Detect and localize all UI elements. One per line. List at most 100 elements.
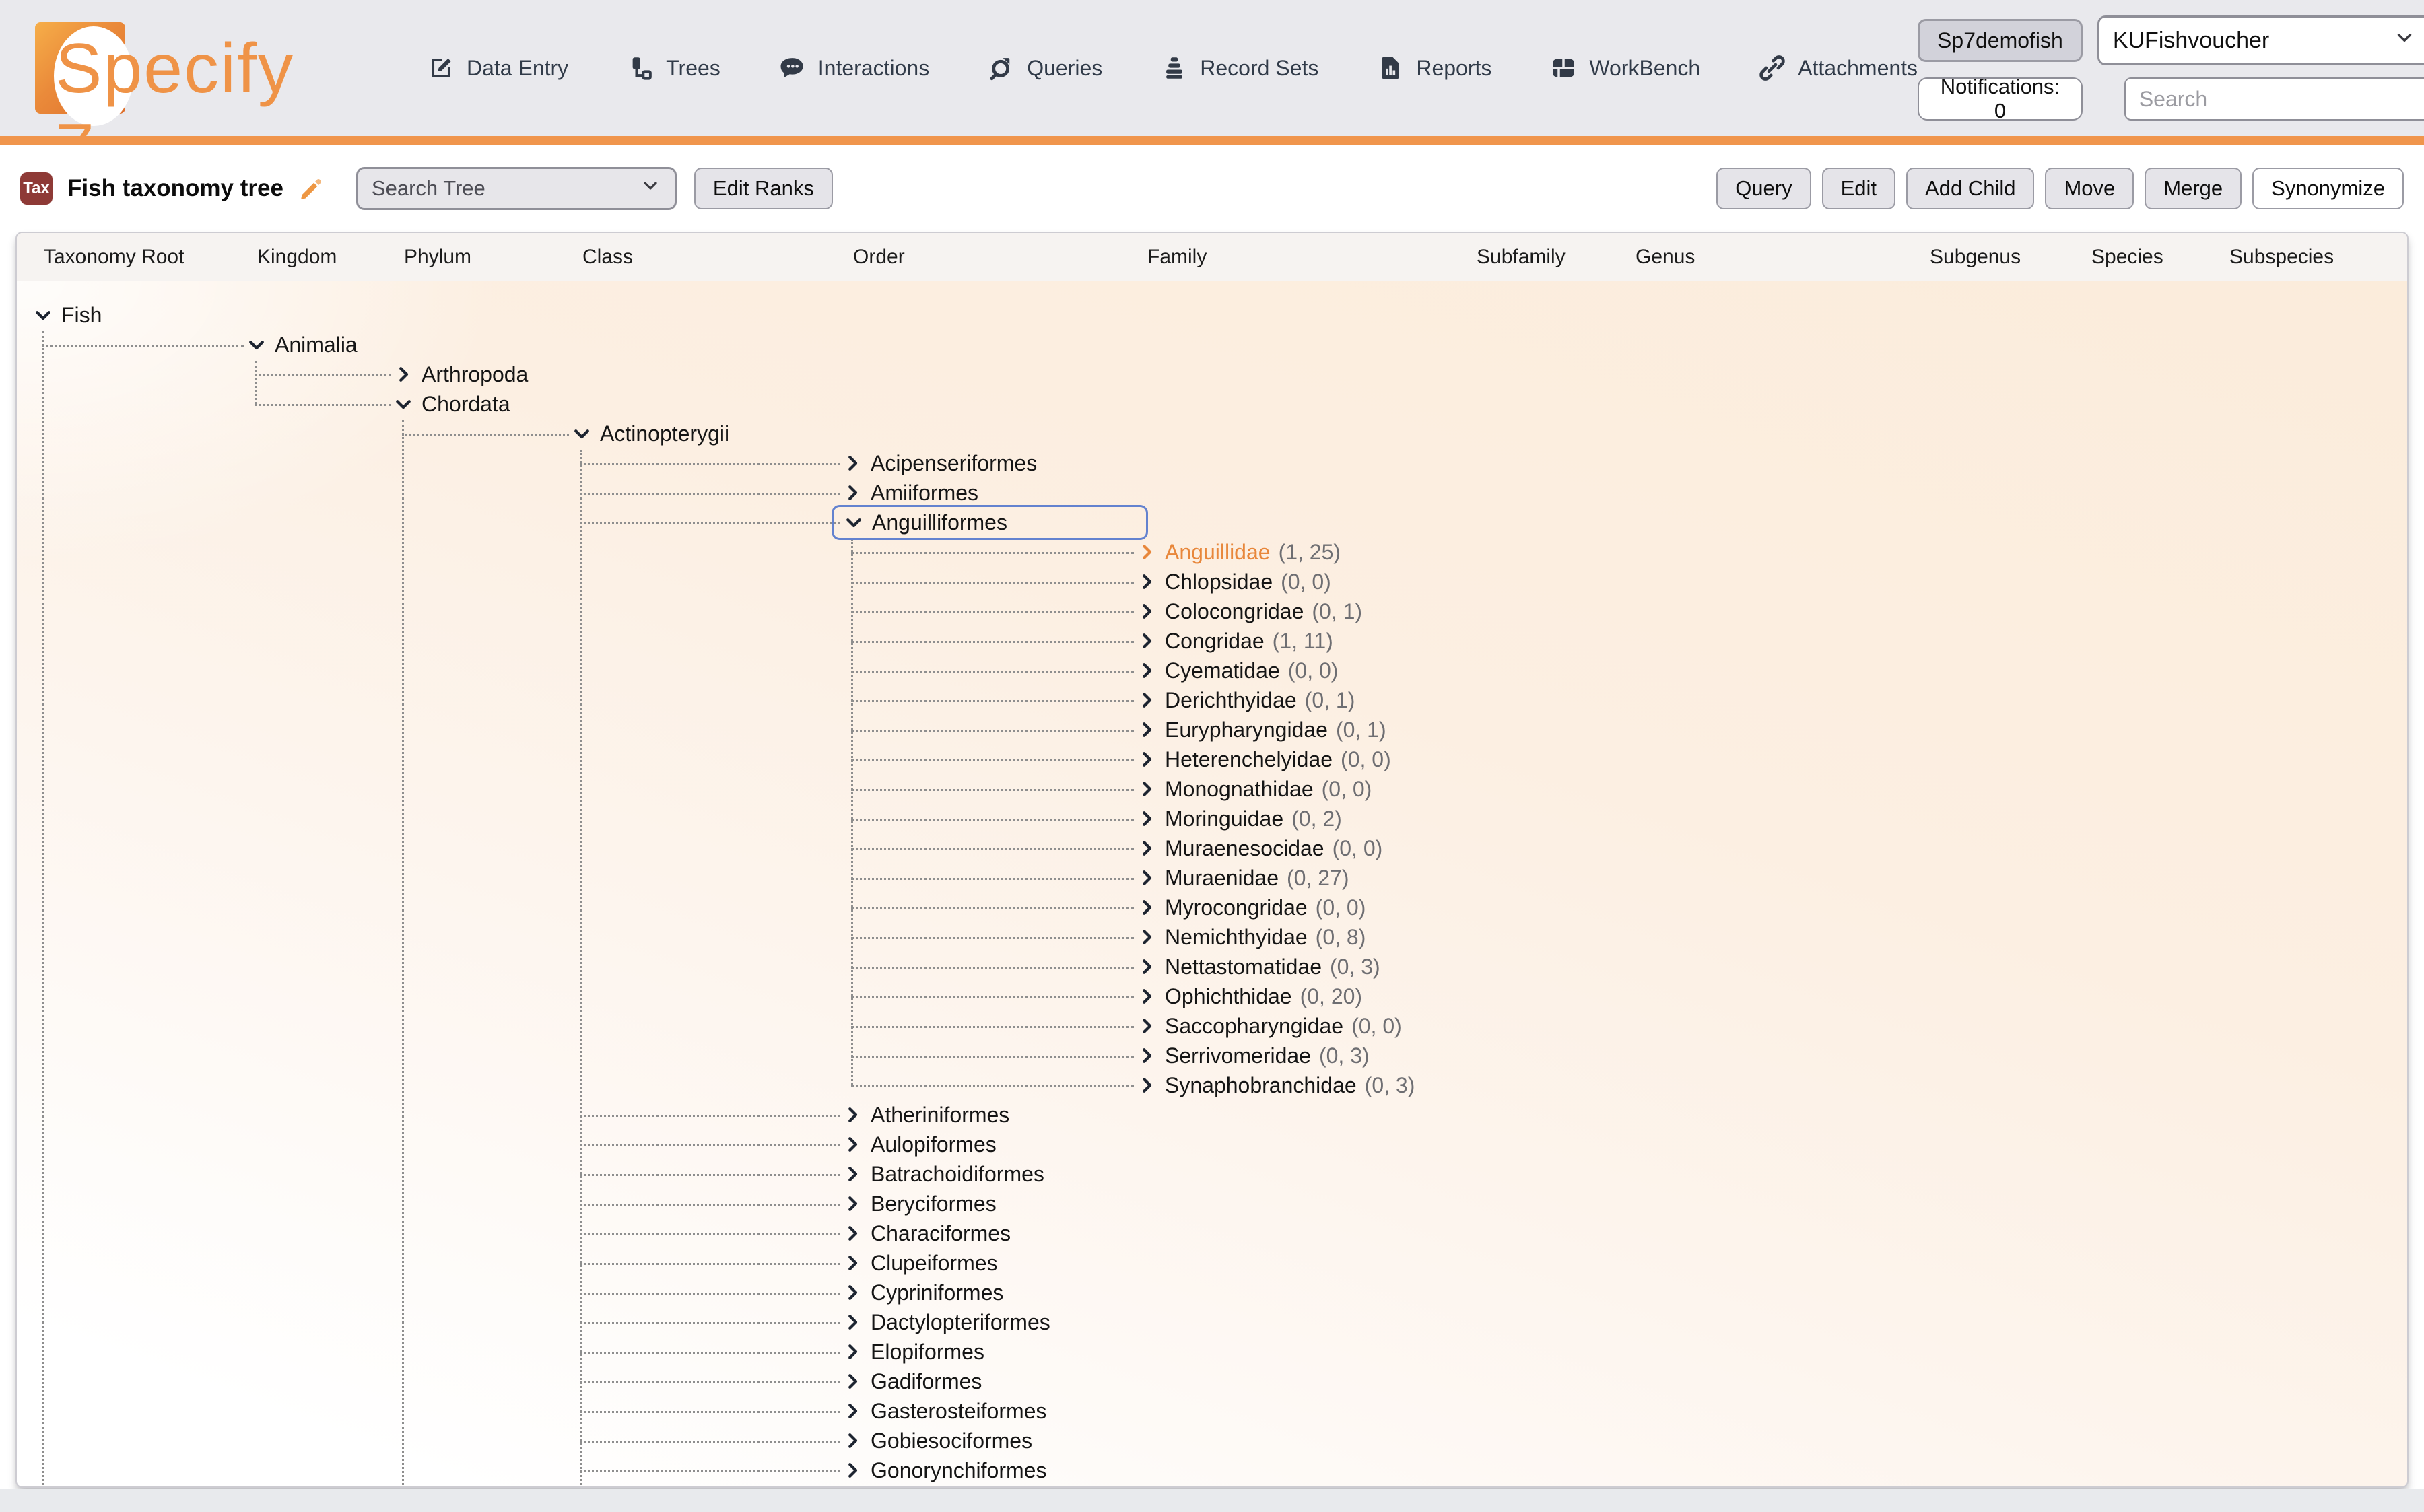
chevron-right-icon[interactable] [393,364,413,384]
chevron-down-icon[interactable] [572,423,592,444]
chevron-right-icon[interactable] [842,1134,863,1155]
taxon-name: Gasterosteiformes [871,1399,1046,1424]
chevron-right-icon[interactable] [1137,986,1157,1006]
tree-connector-line [580,1293,840,1295]
tree-connector-line [42,345,244,347]
chevron-right-icon[interactable] [842,1282,863,1303]
chevron-right-icon[interactable] [1137,897,1157,918]
tree-connector-line [851,611,1134,613]
edit-ranks-button[interactable]: Edit Ranks [694,168,833,209]
chevron-right-icon[interactable] [1137,542,1157,562]
tree-connector-line [851,671,1134,673]
chat-bubble-icon [778,54,807,82]
taxon-counts: (0, 0) [1316,895,1366,920]
chevron-down-icon [640,175,661,202]
tree-node-synaphobranchidae[interactable]: Synaphobranchidae(0, 3) [1137,1068,1415,1103]
chevron-right-icon[interactable] [1137,1045,1157,1066]
tree-connector-line [580,463,840,465]
chevron-right-icon[interactable] [1137,838,1157,858]
taxon-name: Eurypharyngidae [1165,718,1328,743]
chevron-right-icon[interactable] [1137,1016,1157,1036]
nav-item-reports[interactable]: Reports [1376,54,1491,82]
query-button[interactable]: Query [1716,168,1811,209]
chevron-down-icon[interactable] [246,335,267,355]
merge-button[interactable]: Merge [2145,168,2242,209]
chevron-right-icon[interactable] [842,453,863,473]
chevron-right-icon[interactable] [1137,868,1157,888]
chevron-right-icon[interactable] [842,1223,863,1243]
chevron-right-icon[interactable] [842,1164,863,1184]
taxon-name: Colocongridae [1165,599,1304,624]
nav-item-trees[interactable]: Trees [626,54,720,82]
chevron-right-icon[interactable] [842,1431,863,1451]
chevron-right-icon[interactable] [1137,927,1157,947]
chevron-right-icon[interactable] [1137,1075,1157,1095]
move-button[interactable]: Move [2045,168,2134,209]
column-header-family: Family [1147,233,1207,281]
chevron-right-icon[interactable] [842,483,863,503]
chevron-right-icon[interactable] [1137,631,1157,651]
chevron-right-icon[interactable] [1137,809,1157,829]
nav-label: Attachments [1798,56,1918,81]
chevron-right-icon[interactable] [842,1460,863,1480]
edit-pencil-icon[interactable] [298,175,325,202]
stack-icon [1160,54,1188,82]
nav-item-record-sets[interactable]: Record Sets [1160,54,1318,82]
collection-select[interactable]: KUFishvoucher [2097,15,2424,65]
header-accent-bar [0,136,2424,145]
tree-node-gonorynchiformes[interactable]: Gonorynchiformes [842,1453,1046,1488]
chevron-right-icon[interactable] [1137,957,1157,977]
chevron-down-icon[interactable] [393,394,413,414]
chevron-right-icon[interactable] [1137,660,1157,681]
chevron-down-icon[interactable] [33,305,53,325]
taxon-name: Dactylopteriformes [871,1310,1050,1335]
tree-connector-line [255,361,257,404]
tree-node-actinopterygii[interactable]: Actinopterygii [572,416,729,451]
column-header-subfamily: Subfamily [1477,233,1566,281]
edit-button[interactable]: Edit [1822,168,1895,209]
chevron-right-icon[interactable] [1137,690,1157,710]
nav-item-data-entry[interactable]: Data Entry [427,54,568,82]
user-button[interactable]: Sp7demofish [1918,19,2083,62]
specify-logo[interactable]: Specify 7 [23,14,339,122]
chevron-right-icon[interactable] [842,1371,863,1391]
tree-node-animalia[interactable]: Animalia [246,327,358,362]
tree-node-chordata[interactable]: Chordata [393,386,510,421]
chevron-right-icon[interactable] [1137,749,1157,769]
chevron-right-icon[interactable] [1137,572,1157,592]
tree-connector-line [851,552,1134,554]
tree-connector-line [851,1026,1134,1028]
column-header-subgenus: Subgenus [1930,233,2021,281]
notifications-button[interactable]: Notifications: 0 [1918,77,2083,121]
express-search-input[interactable] [2124,77,2424,121]
chevron-right-icon[interactable] [842,1253,863,1273]
tree-structure-icon [626,54,654,82]
chevron-right-icon[interactable] [1137,720,1157,740]
nav-item-queries[interactable]: Queries [987,54,1102,82]
chevron-right-icon[interactable] [842,1105,863,1125]
add-child-button[interactable]: Add Child [1906,168,2034,209]
chevron-right-icon[interactable] [842,1194,863,1214]
nav-item-workbench[interactable]: WorkBench [1549,54,1700,82]
nav-item-interactions[interactable]: Interactions [778,54,929,82]
column-headers: Taxonomy RootKingdomPhylumClassOrderFami… [17,233,2407,281]
chevron-right-icon[interactable] [842,1312,863,1332]
chevron-right-icon[interactable] [1137,601,1157,621]
tree-node-fish[interactable]: Fish [33,298,102,333]
chevron-right-icon[interactable] [1137,779,1157,799]
tree-connector-line [580,1470,840,1472]
tree-connector-line [580,1441,840,1443]
nav-item-attachments[interactable]: Attachments [1758,54,1918,82]
chevron-down-icon[interactable] [844,512,864,532]
chevron-right-icon[interactable] [842,1342,863,1362]
tree-connector-line [851,848,1134,850]
tree-node-anguilliformes[interactable]: Anguilliformes [832,505,1148,540]
taxon-name: Beryciformes [871,1192,997,1216]
tree-search-select[interactable]: Search Tree [356,167,677,210]
synonymize-button[interactable]: Synonymize [2252,168,2404,209]
column-header-order: Order [853,233,905,281]
tree-connector-line [851,819,1134,821]
taxon-name: Characiformes [871,1221,1011,1246]
tree-connector-line [580,450,582,1488]
chevron-right-icon[interactable] [842,1401,863,1421]
